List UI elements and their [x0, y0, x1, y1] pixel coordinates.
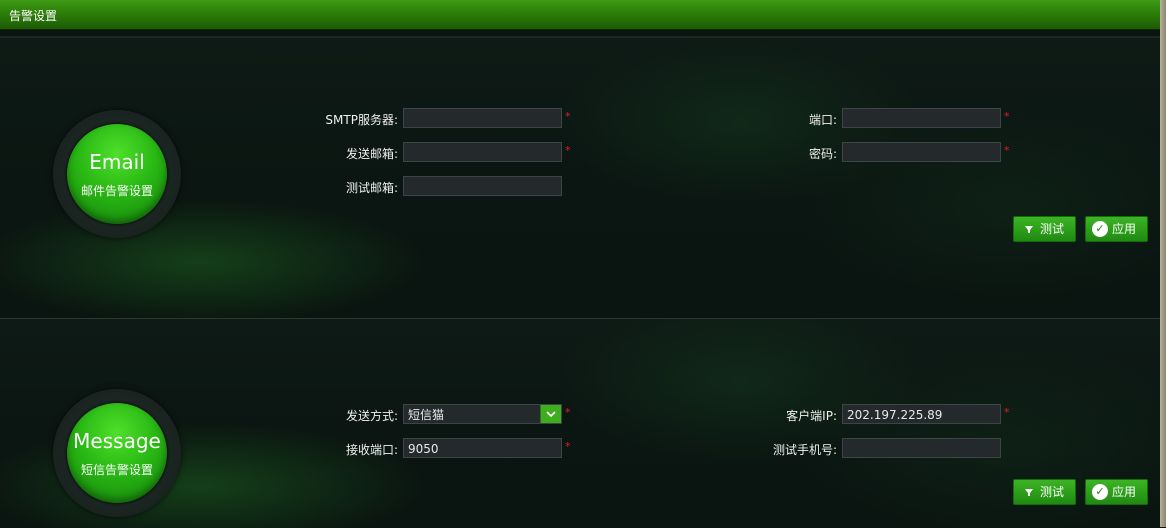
send-mode-value: 短信猫	[408, 408, 445, 422]
filter-icon	[1024, 480, 1034, 512]
smtp-label: SMTP服务器:	[325, 113, 398, 127]
send-mode-select[interactable]: 短信猫	[403, 404, 562, 424]
window-edge	[1160, 0, 1166, 527]
recv-port-input[interactable]: 9050	[403, 438, 562, 458]
message-apply-button[interactable]: ✓ 应用	[1085, 479, 1148, 505]
message-apply-label: 应用	[1112, 485, 1137, 499]
window-title: 告警设置	[9, 9, 58, 23]
test-mail-input[interactable]	[403, 176, 562, 196]
email-apply-label: 应用	[1112, 222, 1137, 236]
email-settings-section: Email 邮件告警设置 SMTP服务器: * 发送邮箱: * 测试邮箱: 端口…	[0, 36, 1160, 318]
email-badge: Email 邮件告警设置	[53, 110, 181, 238]
email-test-button[interactable]: 测试	[1013, 216, 1076, 242]
test-mail-label: 测试邮箱:	[345, 181, 398, 195]
password-input[interactable]	[842, 142, 1001, 162]
recv-port-label: 接收端口:	[345, 443, 398, 457]
client-ip-required-mark: *	[1004, 406, 1010, 419]
email-apply-button[interactable]: ✓ 应用	[1085, 216, 1148, 242]
smtp-required-mark: *	[565, 110, 571, 123]
test-phone-input[interactable]	[842, 438, 1001, 458]
sender-label: 发送邮箱:	[345, 147, 398, 161]
port-input[interactable]	[842, 108, 1001, 128]
test-phone-label: 测试手机号:	[772, 443, 837, 457]
message-test-button[interactable]: 测试	[1013, 479, 1076, 505]
email-test-label: 测试	[1040, 222, 1065, 236]
client-ip-input[interactable]: 202.197.225.89	[842, 404, 1001, 424]
email-badge-subtitle: 邮件告警设置	[80, 184, 153, 198]
sender-required-mark: *	[565, 144, 571, 157]
check-circle-icon: ✓	[1092, 484, 1108, 500]
message-badge-subtitle: 短信告警设置	[80, 463, 153, 477]
email-badge-title: Email	[89, 150, 145, 174]
sender-email-input[interactable]	[403, 142, 562, 162]
port-label: 端口:	[808, 113, 837, 127]
message-settings-section: Message 短信告警设置 发送方式: 短信猫 * 接收端口: 9050 * …	[0, 318, 1160, 528]
chevron-down-icon[interactable]	[540, 405, 561, 423]
recv-port-required-mark: *	[565, 440, 571, 453]
message-test-label: 测试	[1040, 485, 1065, 499]
port-required-mark: *	[1004, 110, 1010, 123]
client-ip-label: 客户端IP:	[786, 409, 837, 423]
password-required-mark: *	[1004, 144, 1010, 157]
message-badge: Message 短信告警设置	[53, 389, 181, 517]
send-mode-required-mark: *	[565, 406, 571, 419]
smtp-input[interactable]	[403, 108, 562, 128]
filter-icon	[1024, 217, 1034, 249]
check-circle-icon: ✓	[1092, 221, 1108, 237]
message-badge-title: Message	[73, 429, 161, 453]
password-label: 密码:	[808, 147, 837, 161]
title-bar: 告警设置	[0, 0, 1160, 30]
send-mode-label: 发送方式:	[345, 409, 398, 423]
